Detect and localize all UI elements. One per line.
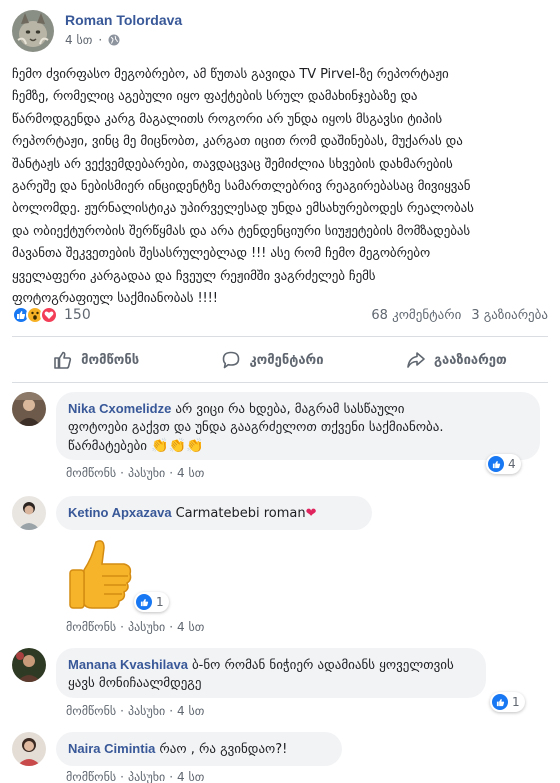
reaction-count: 1 [512, 695, 520, 709]
comment-count[interactable]: 68 კომენტარი [371, 308, 461, 323]
commenter-avatar[interactable] [12, 732, 46, 766]
comment-bubble: Manana Kvashilava ბ-ნო რომან ნიჭიერ ადამი… [56, 648, 486, 698]
separator: · [169, 770, 174, 783]
comment-bubble: Nika Cxomelidze არ ვიცი რა ხდება, მაგრამ … [56, 392, 540, 460]
separator: · [120, 620, 124, 634]
separator: · [120, 466, 124, 480]
divider [12, 336, 548, 337]
reaction-count: 4 [508, 457, 516, 471]
comment-reply-link[interactable]: პასუხი [128, 466, 165, 480]
post-line: წარმოდგენდა კარგ მაგალითს როგორი არ უნდა… [12, 111, 443, 127]
reaction-count[interactable]: 150 [64, 307, 91, 323]
comment-text: ფოტოები გაქვთ და უნდა გააგრძელოთ თქვენი … [68, 420, 444, 435]
comment-time[interactable]: 4 სთ [177, 704, 204, 718]
share-button[interactable]: გააზიარეთ [406, 350, 507, 370]
post-line: ბოლომდე. ჟურნალისტიკა უპირველესად უნდა ე… [12, 201, 474, 217]
comment-icon [223, 351, 240, 369]
post-line: გარეშე და ნებისმიერ ინციდენტზე სამართლებ… [12, 179, 471, 195]
share-icon [407, 352, 425, 368]
comment-bubble: Ketino Apxazava Carmatebebi roman❤ [56, 496, 372, 530]
thumbs-up-icon [54, 351, 72, 369]
author-name[interactable]: Roman Tolordava [65, 12, 182, 28]
like-reaction-icon [492, 694, 508, 710]
comment-reply-link[interactable]: პასუხი [128, 770, 165, 783]
separator: · [169, 704, 174, 718]
post-header: Roman Tolordava 4 სთ · [12, 10, 182, 54]
post-line: მავანთა შეკვეთების შესასრულებლად !!! ასე… [12, 246, 431, 262]
commenter-avatar[interactable] [12, 496, 46, 530]
comment-like-link[interactable]: მომწონს [66, 620, 116, 634]
comment-actions: მომწონს · პასუხი · 4 სთ [66, 466, 204, 480]
like-reaction-icon [488, 456, 504, 472]
author-avatar[interactable] [12, 10, 54, 52]
like-button[interactable]: მომწონს [53, 350, 139, 370]
post-line: რეპორტაჟი, ვინც მე მიცნობთ, კარგათ იცით … [12, 134, 463, 150]
heart-emoji: ❤ [305, 506, 317, 521]
separator: · [169, 466, 174, 480]
separator: · [120, 770, 124, 783]
meta-separator: · [98, 33, 103, 47]
comment-text: ბ-ნო რომან ნიჭიერ ადამიანს ყოველთვის [191, 658, 454, 673]
comment-like-link[interactable]: მომწონს [66, 770, 116, 783]
comment-time[interactable]: 4 სთ [177, 466, 204, 480]
comment-text: წარმატებები [68, 439, 147, 454]
clap-emoji: 👏👏👏 [151, 438, 204, 454]
post-line: და ობიექტურობის შერწყმას და არა ტენდენცი… [12, 223, 471, 239]
comment-actions: მომწონს · პასუხი · 4 სთ [66, 770, 204, 783]
post-body: ჩემო ძვირფასო მეგობრებო, ამ წუთას გავიდა… [12, 64, 552, 310]
share-label: გააზიარეთ [433, 352, 507, 368]
reactions-summary: 150 68 კომენტარი 3 გაზიარება [12, 302, 548, 328]
post-time[interactable]: 4 სთ [65, 33, 92, 47]
commenter-avatar[interactable] [12, 392, 46, 426]
love-reaction-icon[interactable] [40, 306, 58, 324]
comment-text: Carmatebebi roman [175, 506, 306, 521]
comment-label: კომენტარი [249, 352, 324, 368]
comment-actions: მომწონს · პასუხი · 4 სთ [66, 620, 204, 634]
comment-text: არ ვიცი რა ხდება, მაგრამ სასწაული [175, 402, 405, 417]
reaction-count: 1 [156, 595, 164, 609]
comment-text: რაო , რა გვინდაო?! [159, 742, 288, 757]
post-line: ყველაფერი კარგადაა და ჩვეულ რეჟიმში ვაგრ… [12, 268, 376, 284]
comment-actions: მომწონს · პასუხი · 4 სთ [66, 704, 204, 718]
comment-reply-link[interactable]: პასუხი [128, 704, 165, 718]
thumbs-up-sticker[interactable] [66, 536, 136, 612]
commenter-name[interactable]: Naira Cimintia [68, 741, 155, 756]
share-count[interactable]: 3 გაზიარება [471, 308, 548, 323]
commenter-name[interactable]: Ketino Apxazava [68, 505, 172, 520]
post-line: ჩემზე, რომელიც აგებული იყო ფაქტების სრულ… [12, 89, 418, 105]
comment-bubble: Naira Cimintia რაო , რა გვინდაო?! [56, 732, 342, 766]
post-actions: მომწონს კომენტარი გააზიარეთ [12, 342, 548, 378]
comment-time[interactable]: 4 სთ [177, 770, 204, 783]
comment-reaction-badge[interactable]: 4 [486, 454, 521, 474]
commenter-name[interactable]: Manana Kvashilava [68, 657, 188, 672]
comment-button[interactable]: კომენტარი [221, 350, 324, 370]
comment-reaction-badge[interactable]: 1 [490, 692, 525, 712]
like-label: მომწონს [81, 352, 140, 368]
comment-like-link[interactable]: მომწონს [66, 704, 116, 718]
comment-text: ყავს მონიჩაალმდეგე [68, 676, 202, 691]
comment-reaction-badge[interactable]: 1 [134, 592, 169, 612]
divider [12, 382, 548, 383]
comment-time[interactable]: 4 სთ [177, 620, 204, 634]
separator: · [169, 620, 174, 634]
comment-reply-link[interactable]: პასუხი [128, 620, 165, 634]
like-reaction-icon [136, 594, 152, 610]
separator: · [120, 704, 124, 718]
commenter-name[interactable]: Nika Cxomelidze [68, 401, 171, 416]
post-line: ჩემო ძვირფასო მეგობრებო, ამ წუთას გავიდა… [12, 67, 449, 82]
comment-like-link[interactable]: მომწონს [66, 466, 116, 480]
commenter-avatar[interactable] [12, 648, 46, 682]
globe-icon[interactable] [108, 34, 120, 46]
post-line: შანტაჟს არ ვექვემდებარები, თავდაცვაც შემ… [12, 156, 453, 172]
